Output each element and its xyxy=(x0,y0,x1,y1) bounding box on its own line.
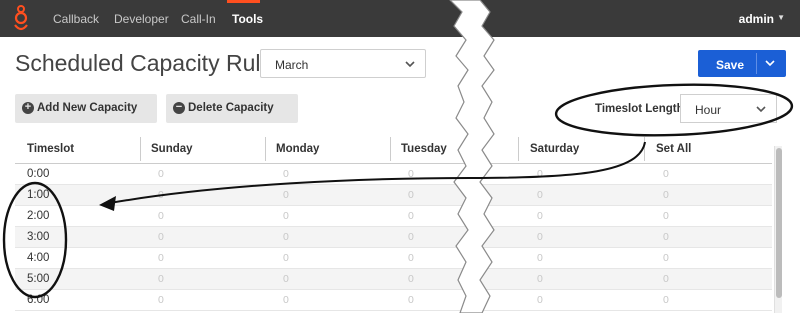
table-row: 2:00 0 0 0 0 0 xyxy=(15,206,772,227)
page-title: Scheduled Capacity Rules xyxy=(15,50,285,76)
scrollbar-thumb[interactable] xyxy=(776,148,782,298)
header-set-all[interactable]: Set All xyxy=(656,143,691,155)
header-monday[interactable]: Monday xyxy=(276,143,319,155)
capacity-cell[interactable]: 0 xyxy=(158,231,164,243)
save-divider xyxy=(756,53,757,74)
capacity-cell[interactable]: 0 xyxy=(158,210,164,222)
capacity-cell[interactable]: 0 xyxy=(408,252,414,264)
column-divider xyxy=(140,137,141,161)
capacity-cell[interactable]: 0 xyxy=(408,210,414,222)
top-nav-bar: Callback Developer Call-In Tools admin ▼ xyxy=(0,0,800,37)
timeslot-cell: 1:00 xyxy=(27,189,50,201)
nav-call-in[interactable]: Call-In xyxy=(181,12,216,26)
capacity-cell[interactable]: 0 xyxy=(408,231,414,243)
capacity-cell[interactable]: 0 xyxy=(283,294,289,306)
delete-capacity-button[interactable]: − Delete Capacity xyxy=(166,94,298,123)
capacity-cell[interactable]: 0 xyxy=(283,189,289,201)
save-label: Save xyxy=(716,58,745,72)
capacity-cell[interactable]: 0 xyxy=(408,294,414,306)
user-menu[interactable]: admin xyxy=(739,12,774,26)
minus-circle-icon: − xyxy=(173,102,185,114)
capacity-cell[interactable]: 0 xyxy=(158,294,164,306)
timeslot-length-label: Timeslot Length xyxy=(595,103,684,115)
capacity-cell[interactable]: 0 xyxy=(408,273,414,285)
timeslot-cell: 4:00 xyxy=(27,252,50,264)
capacity-cell[interactable]: 0 xyxy=(283,231,289,243)
chevron-down-icon xyxy=(756,106,766,113)
capacity-cell[interactable]: 0 xyxy=(663,168,669,180)
table-row: 0:00 0 0 0 0 0 xyxy=(15,164,772,185)
delete-label: Delete Capacity xyxy=(188,102,274,114)
genesys-logo-icon[interactable] xyxy=(10,5,32,33)
capacity-cell[interactable]: 0 xyxy=(537,294,543,306)
capacity-cell[interactable]: 0 xyxy=(663,273,669,285)
capacity-cell[interactable]: 0 xyxy=(537,231,543,243)
timeslot-cell: 2:00 xyxy=(27,210,50,222)
capacity-cell[interactable]: 0 xyxy=(158,189,164,201)
column-divider xyxy=(644,137,645,161)
capacity-cell[interactable]: 0 xyxy=(663,231,669,243)
add-new-capacity-button[interactable]: + Add New Capacity xyxy=(15,94,157,123)
torn-paper-gap xyxy=(449,0,495,313)
capacity-cell[interactable]: 0 xyxy=(283,210,289,222)
nav-callback[interactable]: Callback xyxy=(53,12,99,26)
save-options-chevron-icon[interactable] xyxy=(765,58,775,68)
header-saturday[interactable]: Saturday xyxy=(530,143,579,155)
capacity-cell[interactable]: 0 xyxy=(537,210,543,222)
capacity-cell[interactable]: 0 xyxy=(408,168,414,180)
capacity-cell[interactable]: 0 xyxy=(158,252,164,264)
save-button[interactable]: Save xyxy=(698,50,786,77)
timeslot-length-select[interactable]: Hour xyxy=(680,94,777,123)
user-caret-icon[interactable]: ▼ xyxy=(777,13,785,22)
capacity-cell[interactable]: 0 xyxy=(537,273,543,285)
column-divider xyxy=(518,137,519,161)
capacity-cell[interactable]: 0 xyxy=(158,273,164,285)
capacity-cell[interactable]: 0 xyxy=(537,189,543,201)
capacity-cell[interactable]: 0 xyxy=(663,210,669,222)
timeslot-cell: 6:00 xyxy=(27,294,50,306)
column-divider xyxy=(265,137,266,161)
chevron-down-icon xyxy=(405,61,415,68)
table-row: 5:00 0 0 0 0 0 xyxy=(15,269,772,290)
capacity-cell[interactable]: 0 xyxy=(663,252,669,264)
timeslot-cell: 5:00 xyxy=(27,273,50,285)
timeslot-value: Hour xyxy=(695,103,722,117)
nav-developer[interactable]: Developer xyxy=(114,12,169,26)
capacity-cell[interactable]: 0 xyxy=(663,294,669,306)
header-timeslot[interactable]: Timeslot xyxy=(27,143,74,155)
column-divider xyxy=(390,137,391,161)
header-sunday[interactable]: Sunday xyxy=(151,143,193,155)
capacity-cell[interactable]: 0 xyxy=(283,252,289,264)
table-scrollbar[interactable] xyxy=(774,146,782,313)
capacity-cell[interactable]: 0 xyxy=(283,168,289,180)
capacity-cell[interactable]: 0 xyxy=(158,168,164,180)
row-divider xyxy=(15,310,772,311)
table-row: 1:00 0 0 0 0 0 xyxy=(15,185,772,206)
capacity-cell[interactable]: 0 xyxy=(537,252,543,264)
plus-circle-icon: + xyxy=(22,102,34,114)
capacity-cell[interactable]: 0 xyxy=(408,189,414,201)
table-row: 4:00 0 0 0 0 0 xyxy=(15,248,772,269)
table-row: 6:00 0 0 0 0 0 xyxy=(15,290,772,311)
capacity-table: Timeslot Sunday Monday Tuesday Saturday … xyxy=(0,133,772,313)
capacity-cell[interactable]: 0 xyxy=(537,168,543,180)
timeslot-cell: 3:00 xyxy=(27,231,50,243)
table-row: 3:00 0 0 0 0 0 xyxy=(15,227,772,248)
nav-tools[interactable]: Tools xyxy=(232,12,263,26)
month-select-value: March xyxy=(275,58,309,72)
timeslot-cell: 0:00 xyxy=(27,168,50,180)
month-select[interactable]: March xyxy=(260,49,426,78)
active-tab-indicator xyxy=(227,0,260,3)
add-label: Add New Capacity xyxy=(37,102,138,114)
capacity-cell[interactable]: 0 xyxy=(283,273,289,285)
capacity-cell[interactable]: 0 xyxy=(663,189,669,201)
